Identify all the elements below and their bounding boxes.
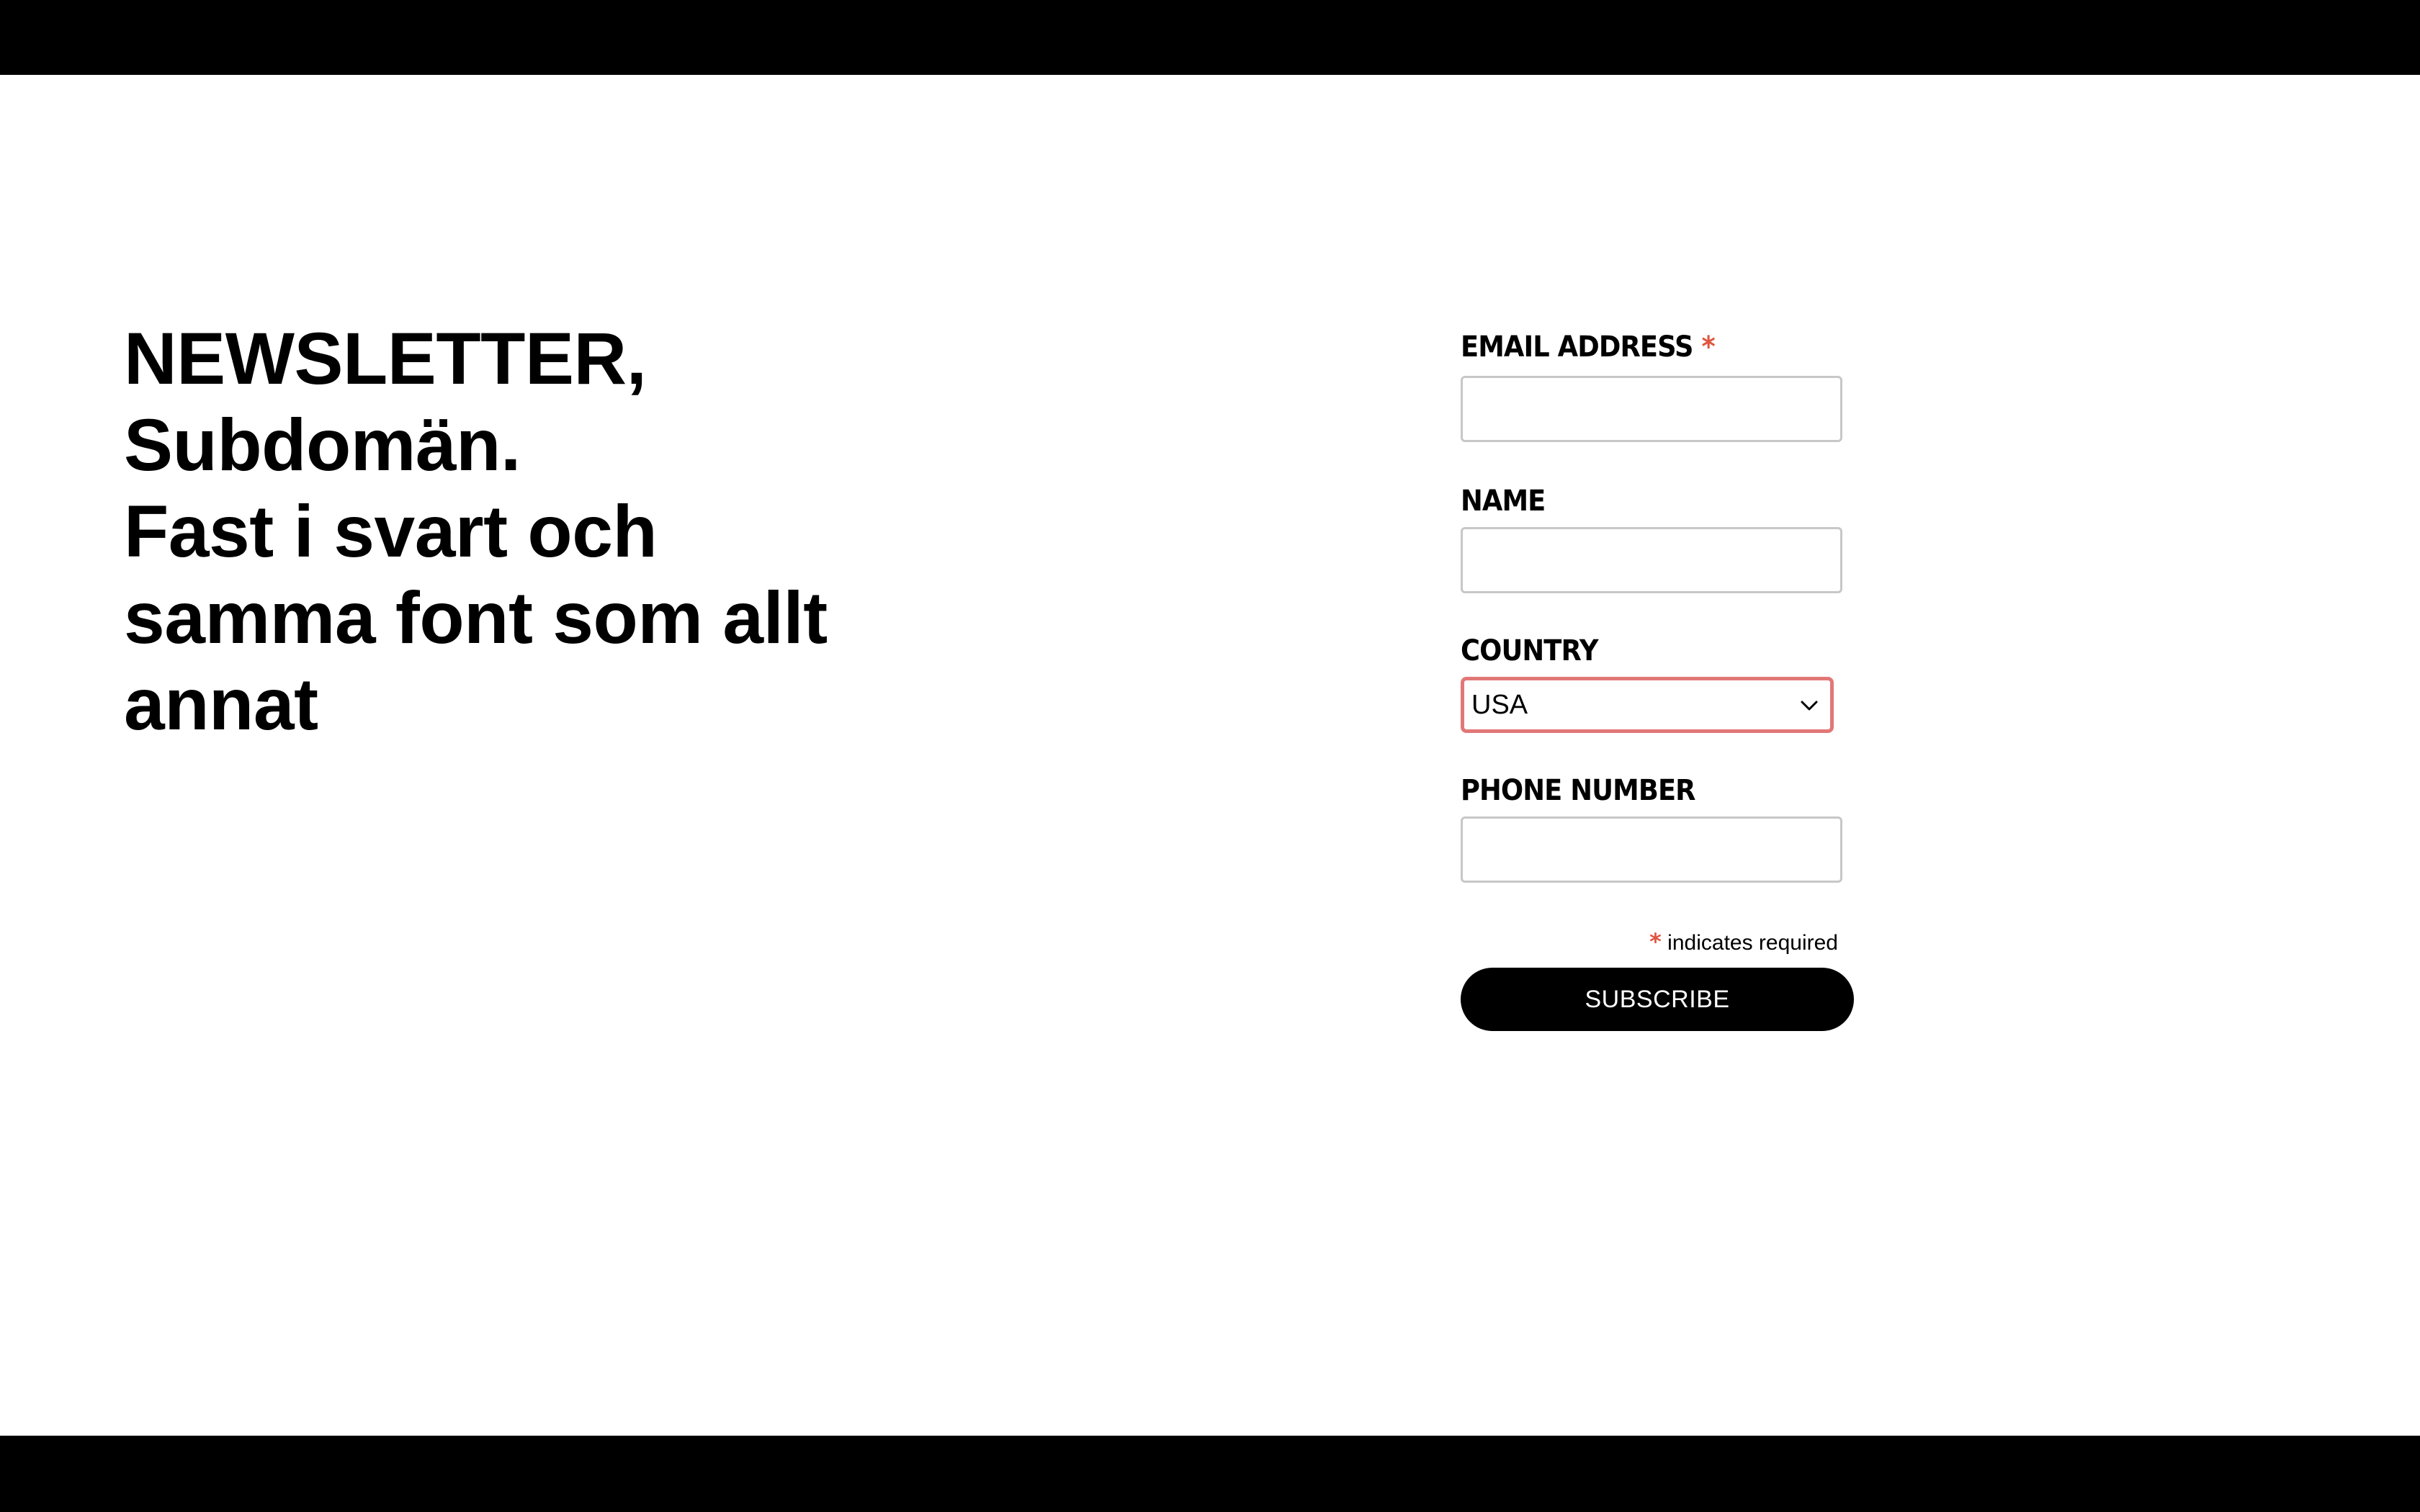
headline-line: Fast i svart och [124,490,658,572]
subscribe-button[interactable]: SUBSCRIBE [1461,968,1854,1031]
required-note: * indicates required [1461,929,1838,956]
email-field[interactable] [1461,376,1842,442]
headline-line: annat [124,663,318,745]
required-asterisk: * [1649,928,1662,955]
headline-line: Subdomän. [124,404,521,486]
headline-line: NEWSLETTER, [124,318,647,400]
bottom-black-bar [0,1436,2420,1512]
required-asterisk: * [1701,330,1716,364]
phone-field[interactable] [1461,816,1842,883]
email-label-text: EMAIL ADDRESS [1461,330,1694,364]
top-black-bar [0,0,2420,75]
country-select-value: USA [1471,690,1528,720]
headline-line: samma font som allt [124,577,828,659]
email-label: EMAIL ADDRESS * [1461,330,1716,364]
name-field[interactable] [1461,527,1842,593]
page-headline: NEWSLETTER, Subdomän. Fast i svart och s… [124,315,916,747]
name-label: NAME [1461,485,1546,518]
phone-label: PHONE NUMBER [1461,774,1696,807]
country-label: COUNTRY [1461,634,1599,667]
chevron-down-icon [1801,701,1818,711]
required-note-text: indicates required [1661,931,1838,955]
country-select[interactable]: USA [1461,677,1834,733]
